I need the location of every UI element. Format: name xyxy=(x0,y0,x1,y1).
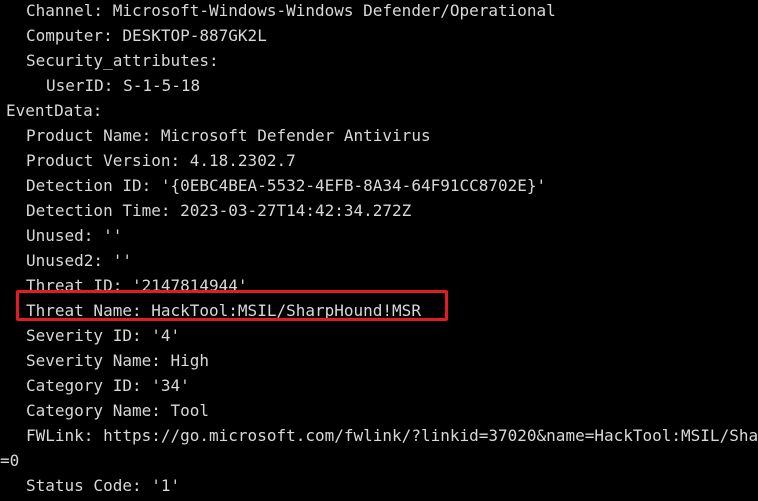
product-name-line: Product Name: Microsoft Defender Antivir… xyxy=(26,126,431,145)
computer-line: Computer: DESKTOP-887GK2L xyxy=(26,26,267,45)
detection-id-line: Detection ID: '{0EBC4BEA-5532-4EFB-8A34-… xyxy=(26,176,547,195)
detection-time-line: Detection Time: 2023-03-27T14:42:34.272Z xyxy=(26,201,412,220)
unused2-line: Unused2: '' xyxy=(26,251,132,270)
unused-line: Unused: '' xyxy=(26,226,123,245)
eventdata-line: EventData: xyxy=(6,101,103,120)
security-attributes-line: Security_attributes: xyxy=(26,51,219,70)
event-log-output: Channel: Microsoft-Windows-Windows Defen… xyxy=(0,0,758,498)
category-id-line: Category ID: '34' xyxy=(26,376,190,395)
severity-id-line: Severity ID: '4' xyxy=(26,326,181,345)
severity-name-line: Severity Name: High xyxy=(26,351,210,370)
fwlink-continuation-line: =0 xyxy=(0,451,20,470)
terminal-window[interactable]: Channel: Microsoft-Windows-Windows Defen… xyxy=(0,0,758,501)
category-name-line: Category Name: Tool xyxy=(26,401,210,420)
status-code-line: Status Code: '1' xyxy=(26,476,181,495)
threat-id-line: Threat ID: '2147814944' xyxy=(26,276,248,295)
channel-line: Channel: Microsoft-Windows-Windows Defen… xyxy=(26,1,556,20)
fwlink-line: FWLink: https://go.microsoft.com/fwlink/… xyxy=(26,426,758,445)
threat-name-line: Threat Name: HackTool:MSIL/SharpHound!MS… xyxy=(26,301,421,320)
product-version-line: Product Version: 4.18.2302.7 xyxy=(26,151,296,170)
userid-line: UserID: S-1-5-18 xyxy=(46,76,201,95)
